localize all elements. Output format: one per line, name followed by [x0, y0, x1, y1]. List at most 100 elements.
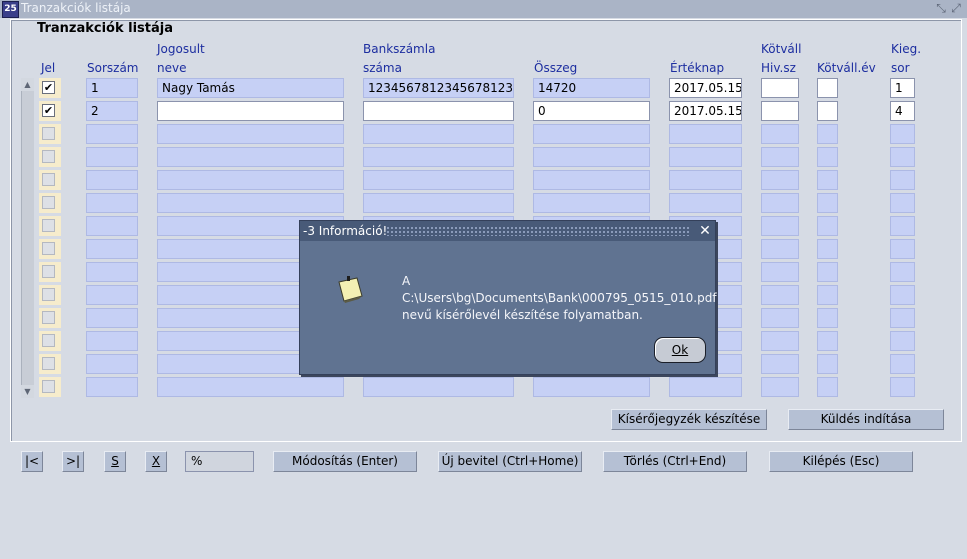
cell-ev[interactable] [817, 101, 838, 121]
cell-erteknap[interactable] [669, 124, 742, 144]
cell-sorszam[interactable] [86, 124, 138, 144]
s-button[interactable]: S [104, 451, 126, 472]
cell-ev[interactable] [817, 285, 838, 305]
uj-bevitel-button[interactable]: Új bevitel (Ctrl+Home) [438, 451, 582, 472]
cell-osszeg[interactable]: 14720 [533, 78, 650, 98]
cell-hivsz[interactable] [761, 377, 799, 397]
cell-jogosult[interactable]: Nagy Tamás [157, 78, 344, 98]
modositas-button[interactable]: Módosítás (Enter) [273, 451, 417, 472]
cell-ev[interactable] [817, 78, 838, 98]
cell-hivsz[interactable] [761, 216, 799, 236]
cell-jogosult[interactable] [157, 193, 344, 213]
kuldes-inditasa-button[interactable]: Küldés indítása [788, 409, 944, 430]
cell-kieg[interactable] [890, 377, 915, 397]
kilepes-button[interactable]: Kilépés (Esc) [769, 451, 913, 472]
cell-hivsz[interactable] [761, 101, 799, 121]
torles-button[interactable]: Törlés (Ctrl+End) [603, 451, 747, 472]
cell-ev[interactable] [817, 262, 838, 282]
cell-kieg[interactable] [890, 147, 915, 167]
row-checkbox[interactable]: ✔ [42, 81, 55, 94]
cell-kieg[interactable] [890, 193, 915, 213]
cell-osszeg[interactable]: 0 [533, 101, 650, 121]
cell-sorszam[interactable] [86, 239, 138, 259]
row-checkbox[interactable] [42, 219, 55, 232]
cell-ev[interactable] [817, 170, 838, 190]
kiserojegyzek-button[interactable]: Kísérőjegyzék készítése [611, 409, 767, 430]
cell-ev[interactable] [817, 239, 838, 259]
row-checkbox[interactable]: ✔ [42, 104, 55, 117]
cell-hivsz[interactable] [761, 193, 799, 213]
cell-hivsz[interactable] [761, 285, 799, 305]
cell-hivsz[interactable] [761, 78, 799, 98]
row-checkbox[interactable] [42, 380, 55, 393]
cell-bank[interactable] [363, 193, 514, 213]
cell-bank[interactable]: 12345678123456781234567 [363, 78, 514, 98]
cell-bank[interactable] [363, 147, 514, 167]
row-checkbox[interactable] [42, 288, 55, 301]
cell-bank[interactable] [363, 170, 514, 190]
row-checkbox[interactable] [42, 127, 55, 140]
row-checkbox[interactable] [42, 242, 55, 255]
cell-jogosult[interactable] [157, 124, 344, 144]
cell-hivsz[interactable] [761, 170, 799, 190]
cell-kieg[interactable]: 4 [890, 101, 915, 121]
cell-sorszam[interactable] [86, 216, 138, 236]
cell-kieg[interactable] [890, 124, 915, 144]
cell-sorszam[interactable] [86, 193, 138, 213]
cell-sorszam[interactable] [86, 170, 138, 190]
cell-ev[interactable] [817, 331, 838, 351]
cell-sorszam[interactable] [86, 262, 138, 282]
cell-bank[interactable] [363, 101, 514, 121]
row-checkbox[interactable] [42, 265, 55, 278]
cell-jogosult[interactable] [157, 147, 344, 167]
cell-kieg[interactable]: 1 [890, 78, 915, 98]
cell-hivsz[interactable] [761, 124, 799, 144]
cell-osszeg[interactable] [533, 170, 650, 190]
cell-ev[interactable] [817, 147, 838, 167]
cell-erteknap[interactable] [669, 193, 742, 213]
cell-erteknap[interactable]: 2017.05.15 [669, 101, 742, 121]
cell-ev[interactable] [817, 193, 838, 213]
cell-kieg[interactable] [890, 285, 915, 305]
cell-osszeg[interactable] [533, 193, 650, 213]
cell-erteknap[interactable] [669, 147, 742, 167]
cell-jogosult[interactable] [157, 377, 344, 397]
cell-hivsz[interactable] [761, 354, 799, 374]
scroll-up-icon[interactable]: ▲ [21, 78, 34, 91]
row-checkbox[interactable] [42, 334, 55, 347]
row-checkbox[interactable] [42, 173, 55, 186]
row-checkbox[interactable] [42, 196, 55, 209]
cell-sorszam[interactable]: 1 [86, 78, 138, 98]
cell-sorszam[interactable] [86, 308, 138, 328]
cell-ev[interactable] [817, 216, 838, 236]
cell-hivsz[interactable] [761, 147, 799, 167]
ok-button[interactable]: Ok [654, 337, 706, 363]
last-record-button[interactable]: >| [62, 451, 84, 472]
cell-erteknap[interactable]: 2017.05.15 [669, 78, 742, 98]
cell-hivsz[interactable] [761, 308, 799, 328]
cell-ev[interactable] [817, 124, 838, 144]
table-scrollbar[interactable] [21, 78, 34, 398]
percent-field[interactable]: % [185, 451, 254, 472]
cell-kieg[interactable] [890, 354, 915, 374]
close-icon[interactable]: ✕ [698, 221, 712, 241]
cell-kieg[interactable] [890, 262, 915, 282]
cell-erteknap[interactable] [669, 377, 742, 397]
x-button[interactable]: X [145, 451, 167, 472]
row-checkbox[interactable] [42, 311, 55, 324]
cell-osszeg[interactable] [533, 377, 650, 397]
row-checkbox[interactable] [42, 357, 55, 370]
cell-osszeg[interactable] [533, 147, 650, 167]
cell-kieg[interactable] [890, 331, 915, 351]
cell-jogosult[interactable] [157, 101, 344, 121]
cell-ev[interactable] [817, 308, 838, 328]
cell-hivsz[interactable] [761, 262, 799, 282]
cell-hivsz[interactable] [761, 331, 799, 351]
cell-kieg[interactable] [890, 216, 915, 236]
scroll-down-icon[interactable]: ▼ [21, 385, 34, 398]
cell-kieg[interactable] [890, 308, 915, 328]
maximize-icon[interactable]: ⤢ [949, 0, 963, 16]
cell-sorszam[interactable]: 2 [86, 101, 138, 121]
cell-jogosult[interactable] [157, 170, 344, 190]
cell-ev[interactable] [817, 354, 838, 374]
